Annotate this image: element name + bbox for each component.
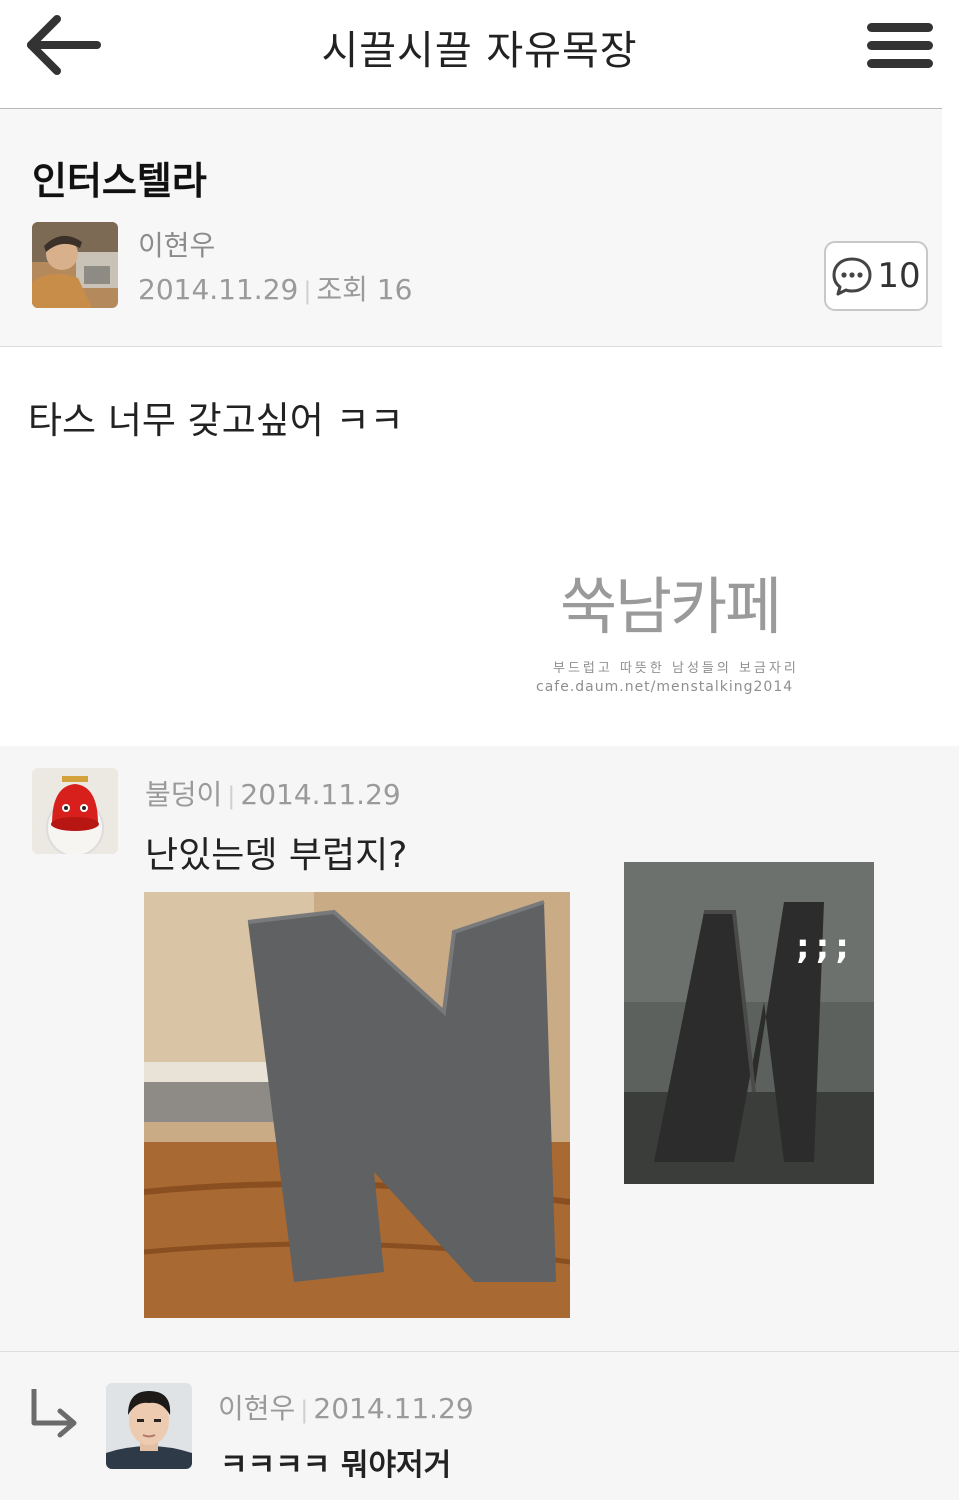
- watermark-logo: 쑥남카페: [560, 570, 782, 643]
- comment-date: 2014.11.29: [240, 778, 401, 811]
- commenter-name[interactable]: 불덩이: [145, 778, 222, 811]
- meta-separator: |: [300, 1396, 309, 1424]
- reply-author-avatar[interactable]: [106, 1383, 192, 1469]
- comment-photo-foam-letter[interactable]: [143, 892, 571, 1318]
- meta-separator: |: [227, 782, 236, 810]
- reply-meta: 이현우 | 2014.11.29: [218, 1387, 474, 1427]
- hamburger-menu-icon-bar: [867, 58, 933, 68]
- post-date: 2014.11.29: [138, 273, 299, 306]
- watermark-slogan: 부드럽고 따뜻한 남성들의 보금자리: [553, 661, 799, 676]
- post-views: 조회 16: [316, 273, 413, 306]
- hamburger-menu-icon-bar: [867, 40, 933, 50]
- watermark-url: cafe.daum.net/menstalking2014: [536, 679, 794, 695]
- post-header-divider: [0, 346, 942, 347]
- menu-button[interactable]: [856, 10, 944, 80]
- commenter-avatar[interactable]: [32, 768, 118, 854]
- post-body-text: 타스 너무 갖고싶어 ㅋㅋ: [28, 399, 404, 442]
- comment-count: 10: [877, 256, 921, 296]
- speech-bubble-icon: [832, 257, 872, 296]
- hamburger-menu-icon-bar: [867, 22, 933, 32]
- comment-meta: 불덩이 | 2014.11.29: [145, 773, 401, 813]
- author-name[interactable]: 이현우: [138, 224, 215, 264]
- author-avatar[interactable]: [32, 222, 118, 308]
- reply-arrow-icon: [28, 1385, 80, 1441]
- reply-text: ㅋㅋㅋㅋ 뭐야저거: [220, 1448, 452, 1483]
- meta-separator: |: [303, 277, 312, 305]
- comment-divider: [0, 1351, 959, 1352]
- reply-author-name[interactable]: 이현우: [218, 1392, 295, 1425]
- board-title: 시끌시끌 자유목장: [321, 28, 638, 74]
- comment-photo-caption: ;;;: [796, 927, 855, 967]
- comment-text: 난있는뎅 부럽지?: [145, 835, 408, 876]
- comment-count-button[interactable]: 10: [824, 241, 928, 311]
- reply-date: 2014.11.29: [313, 1392, 474, 1425]
- comment-photo-stone-letter[interactable]: ;;;: [624, 862, 874, 1184]
- post-meta: 2014.11.29 | 조회 16: [138, 268, 412, 308]
- post-title: 인터스텔라: [32, 159, 207, 203]
